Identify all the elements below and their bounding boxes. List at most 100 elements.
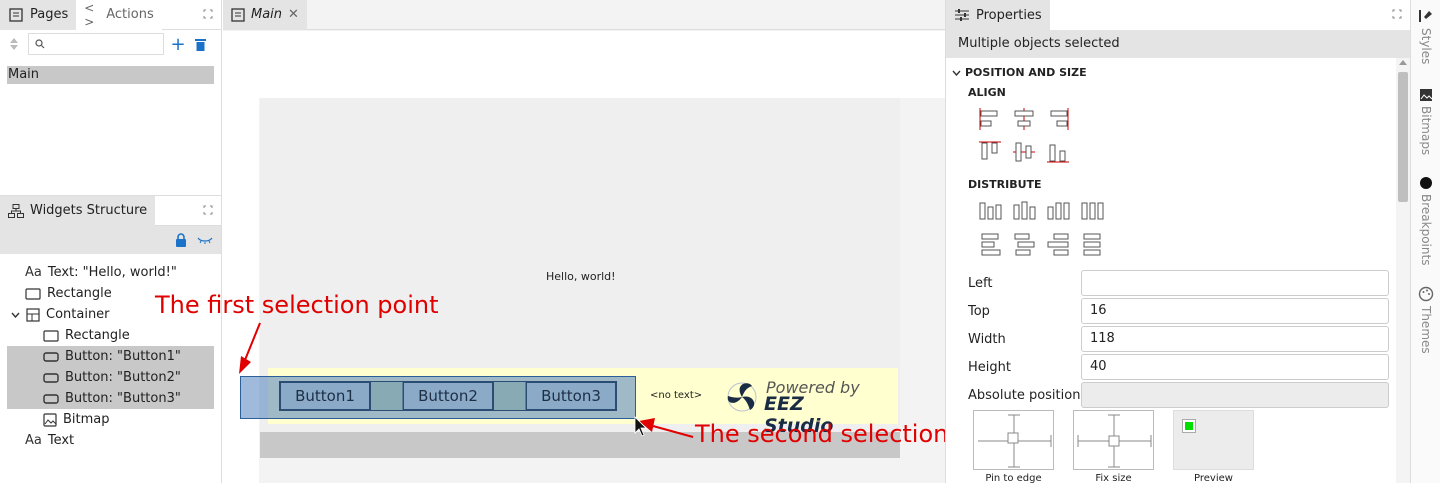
palette-icon <box>1418 286 1434 302</box>
distribute-right-icon[interactable] <box>1046 199 1070 223</box>
top-label: Top <box>968 304 990 319</box>
rectangle-icon <box>43 329 59 342</box>
chevron-down-icon[interactable] <box>11 312 20 318</box>
height-label: Height <box>968 360 1011 375</box>
tree-item-text-hello[interactable]: Aa Text: "Hello, world!" <box>7 262 214 283</box>
align-title: ALIGN <box>968 86 1006 99</box>
add-icon[interactable]: + <box>170 34 186 55</box>
maximize-icon[interactable] <box>203 9 213 19</box>
search-input[interactable] <box>49 37 159 51</box>
no-text-widget[interactable]: <no text> <box>650 390 702 401</box>
distribute-left-icon[interactable] <box>978 199 1002 223</box>
pages-search[interactable] <box>28 33 164 55</box>
inner-rect-widget <box>493 381 527 411</box>
distribute-horizontal-icon[interactable] <box>1080 199 1104 223</box>
align-left-icon[interactable] <box>978 107 1002 131</box>
breakpoint-icon <box>1419 176 1433 190</box>
text-icon: Aa <box>25 265 42 280</box>
side-tab-breakpoints[interactable]: Breakpoints <box>1411 176 1440 265</box>
height-input[interactable]: 40 <box>1081 354 1389 380</box>
align-center-icon[interactable] <box>1012 107 1036 131</box>
annotation-first: The first selection point <box>155 291 439 319</box>
eez-logo[interactable]: Powered by EEZ Studio <box>724 378 874 437</box>
page-editor: Main ✕ Hello, world! <no text> Powered b… <box>155 0 1017 483</box>
distribute-center-icon[interactable] <box>1012 199 1036 223</box>
pages-panel: Pages < > Actions + Main <box>0 0 222 195</box>
pin-to-edge-icon <box>978 414 1052 468</box>
button1-widget[interactable]: Button1 <box>279 381 371 411</box>
properties-panel: Properties Multiple objects selected POS… <box>945 0 1410 483</box>
button3-widget[interactable]: Button3 <box>525 381 617 411</box>
distribute-title: DISTRIBUTE <box>968 178 1042 191</box>
lock-icon[interactable] <box>175 233 187 247</box>
side-tabs: Styles Bitmaps Breakpoints Themes <box>1410 0 1440 483</box>
widget-tree: Aa Text: "Hello, world!" Rectangle Conta… <box>0 254 221 451</box>
section-toggle[interactable]: POSITION AND SIZE <box>952 66 1087 79</box>
distribute-vertical-icon[interactable] <box>1080 232 1104 256</box>
code-icon: < > <box>84 0 95 29</box>
tab-pages[interactable]: Pages <box>0 0 77 30</box>
ruler-top <box>223 31 945 98</box>
side-tab-themes[interactable]: Themes <box>1411 286 1440 354</box>
chevron-down-icon <box>952 70 961 76</box>
inner-rect-widget <box>370 381 404 411</box>
tab-actions[interactable]: < > Actions <box>76 0 162 30</box>
fix-size-control[interactable] <box>1073 410 1154 470</box>
props-scrollbar[interactable] <box>1396 58 1410 483</box>
sliders-icon <box>954 8 970 22</box>
hello-text-widget[interactable]: Hello, world! <box>546 270 616 283</box>
tree-item-bitmap[interactable]: Bitmap <box>7 409 214 430</box>
distribute-bottom-icon[interactable] <box>1046 232 1070 256</box>
props-header: Multiple objects selected <box>946 30 1410 58</box>
props-scroll-thumb[interactable] <box>1398 72 1408 202</box>
left-input[interactable] <box>1081 270 1389 296</box>
bitmap-icon <box>43 412 57 427</box>
tab-properties[interactable]: Properties <box>946 0 1050 30</box>
page-icon <box>231 7 245 22</box>
bitmap-icon <box>1419 88 1433 102</box>
button2-widget[interactable]: Button2 <box>402 381 494 411</box>
hierarchy-icon <box>8 203 24 219</box>
search-icon <box>35 39 45 49</box>
tree-item-button1[interactable]: Button: "Button1" <box>7 346 214 367</box>
fix-size-icon <box>1077 414 1152 468</box>
hide-icon[interactable] <box>197 235 213 245</box>
pin-to-edge-control[interactable] <box>973 410 1054 470</box>
align-right-icon[interactable] <box>1046 107 1070 131</box>
tree-item-button2[interactable]: Button: "Button2" <box>7 367 214 388</box>
button-icon <box>43 351 59 362</box>
delete-icon[interactable] <box>192 36 208 52</box>
tree-item-button3[interactable]: Button: "Button3" <box>7 388 214 409</box>
scroll-up-icon[interactable] <box>1399 60 1407 65</box>
eez-logo-icon <box>727 382 757 412</box>
side-tab-bitmaps[interactable]: Bitmaps <box>1411 88 1440 155</box>
styles-icon <box>1418 8 1434 24</box>
align-middle-icon[interactable] <box>1012 140 1036 164</box>
preview-label: Preview <box>1194 473 1233 483</box>
page-icon <box>8 7 24 23</box>
distribute-top-icon[interactable] <box>978 232 1002 256</box>
tree-item-rectangle-child[interactable]: Rectangle <box>7 325 214 346</box>
align-top-icon[interactable] <box>978 140 1002 164</box>
width-input[interactable]: 118 <box>1081 326 1389 352</box>
side-tab-styles[interactable]: Styles <box>1411 8 1440 64</box>
close-icon[interactable]: ✕ <box>288 7 299 22</box>
sort-icon[interactable] <box>6 36 22 52</box>
distribute-middle-icon[interactable] <box>1012 232 1036 256</box>
preview-box <box>1173 410 1254 470</box>
button-icon <box>43 372 59 383</box>
tree-item-text[interactable]: Aa Text <box>7 430 214 451</box>
tab-widgets-structure[interactable]: Widgets Structure <box>0 195 156 226</box>
text-icon: Aa <box>25 433 42 448</box>
maximize-icon[interactable] <box>1392 9 1402 19</box>
preview-widget <box>1182 419 1196 433</box>
top-input[interactable]: 16 <box>1081 298 1389 324</box>
absolute-position-label: Absolute position <box>968 388 1081 403</box>
maximize-icon[interactable] <box>203 205 213 215</box>
pin-to-edge-label: Pin to edge <box>985 473 1042 483</box>
container-icon <box>26 307 40 322</box>
page-item-main[interactable]: Main <box>7 66 214 84</box>
align-bottom-icon[interactable] <box>1046 140 1070 164</box>
tab-main-page[interactable]: Main ✕ <box>223 0 307 30</box>
width-label: Width <box>968 332 1006 347</box>
